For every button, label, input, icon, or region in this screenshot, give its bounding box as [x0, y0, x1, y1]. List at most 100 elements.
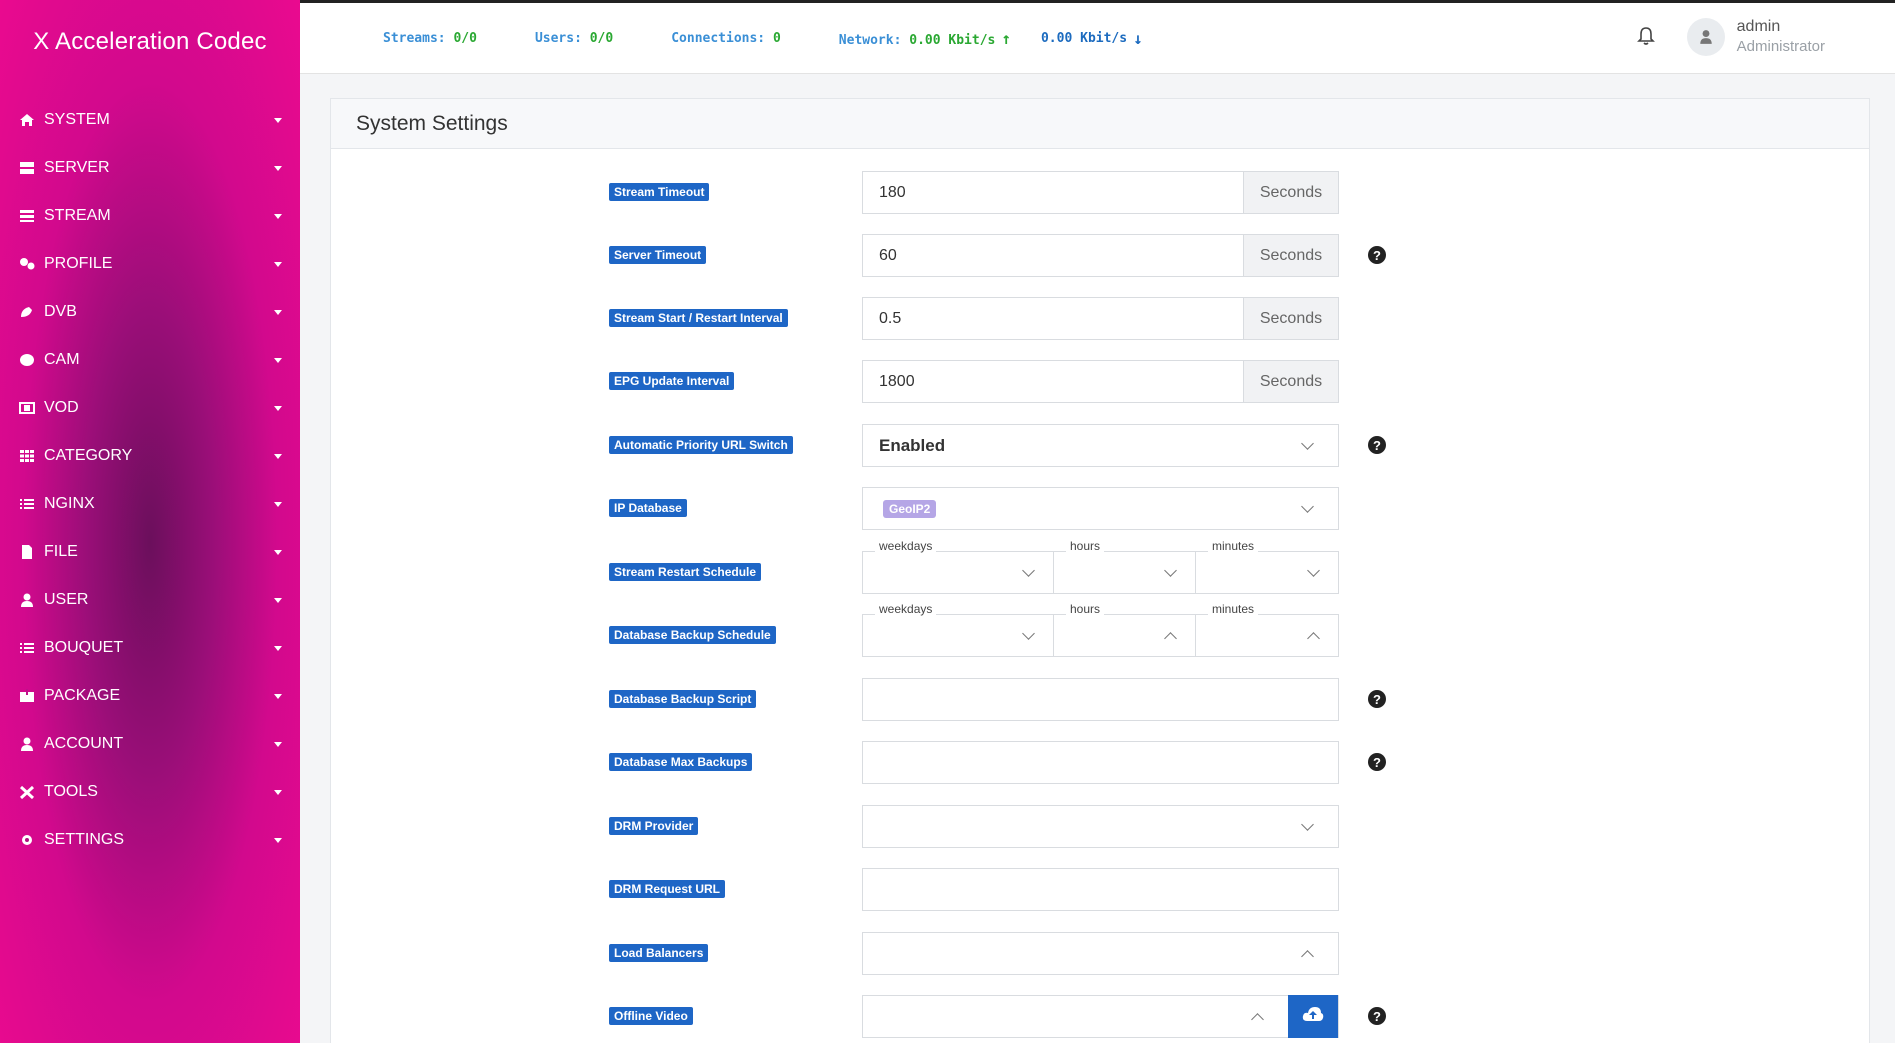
ip-database-select[interactable]: GeoIP2: [862, 487, 1339, 530]
sidebar-item-stream[interactable]: STREAM: [0, 192, 300, 240]
sidebar-item-nginx[interactable]: NGINX: [0, 480, 300, 528]
drm-provider-select[interactable]: [862, 805, 1339, 848]
max-backups-row: Database Max Backups ?: [331, 741, 1869, 785]
restart-minutes-select[interactable]: minutes: [1196, 539, 1339, 594]
backup-script-label: Database Backup Script: [609, 690, 757, 708]
sidebar-item-server[interactable]: SERVER: [0, 144, 300, 192]
satellite-icon: [18, 304, 36, 320]
bell-icon[interactable]: [1636, 26, 1659, 48]
sidebar-item-label: TOOLS: [44, 783, 98, 800]
ip-database-tag[interactable]: GeoIP2: [883, 499, 937, 518]
network-down-value: 0.00 Kbit/s: [1040, 30, 1128, 46]
weekdays-caption: weekdays: [875, 602, 937, 616]
sidebar-item-user[interactable]: USER: [0, 576, 300, 624]
list-icon: [18, 496, 36, 512]
backup-hours-select[interactable]: hours: [1054, 602, 1196, 657]
sidebar-item-file[interactable]: FILE: [0, 528, 300, 576]
server-timeout-unit: Seconds: [1243, 235, 1338, 276]
user-info[interactable]: admin Administrator: [1737, 17, 1825, 57]
sidebar-item-vod[interactable]: VOD: [0, 384, 300, 432]
sidebar-item-label: STREAM: [44, 207, 111, 224]
chevron-down-icon: [1301, 499, 1314, 513]
restart-interval-input[interactable]: 0.5 Seconds: [862, 297, 1339, 340]
sidebar-item-system[interactable]: SYSTEM: [0, 96, 300, 144]
sidebar-item-account[interactable]: ACCOUNT: [0, 720, 300, 768]
sidebar-item-label: ACCOUNT: [44, 735, 124, 752]
backup-weekdays-select[interactable]: weekdays: [862, 602, 1054, 657]
help-icon[interactable]: ?: [1368, 753, 1386, 771]
backup-schedule-row: Database Backup Schedule weekdays hours …: [331, 602, 1869, 658]
upload-button[interactable]: [1288, 995, 1338, 1038]
user-role: Administrator: [1736, 38, 1825, 55]
restart-hours-select[interactable]: hours: [1054, 539, 1196, 594]
help-icon[interactable]: ?: [1368, 690, 1386, 708]
sidebar-item-label: SYSTEM: [44, 111, 110, 128]
chevron-down-icon: [274, 453, 282, 459]
priority-switch-select[interactable]: Enabled: [862, 424, 1339, 467]
offline-video-select[interactable]: [862, 995, 1339, 1038]
chevron-down-icon: [274, 597, 282, 603]
sidebar-item-profile[interactable]: PROFILE: [0, 240, 300, 288]
sidebar-item-label: BOUQUET: [44, 639, 124, 656]
restart-weekdays-select[interactable]: weekdays: [862, 539, 1054, 594]
avatar[interactable]: [1686, 18, 1725, 56]
epg-interval-label: EPG Update Interval: [609, 372, 735, 390]
page-title: System Settings: [356, 111, 508, 135]
load-balancers-row: Load Balancers: [331, 932, 1869, 976]
users-stat: Users: 0/0: [535, 31, 613, 46]
backup-minutes-select[interactable]: minutes: [1196, 602, 1339, 657]
user-name: admin: [1736, 18, 1781, 35]
card-header: System Settings: [331, 99, 1869, 149]
server-timeout-input[interactable]: 60 Seconds: [862, 234, 1339, 277]
cloud-upload-icon: [1302, 1006, 1324, 1027]
connections-label: Connections:: [671, 30, 766, 46]
streams-label: Streams:: [383, 30, 446, 46]
hours-caption: hours: [1066, 602, 1105, 616]
stream-timeout-label: Stream Timeout: [609, 183, 710, 201]
sidebar-item-label: CAM: [44, 351, 80, 368]
max-backups-input[interactable]: [862, 741, 1339, 784]
arrow-up-icon: ↑: [1001, 28, 1011, 48]
sidebar-item-cam[interactable]: CAM: [0, 336, 300, 384]
backup-script-row: Database Backup Script ?: [331, 678, 1869, 722]
sidebar-item-category[interactable]: CATEGORY: [0, 432, 300, 480]
backup-script-input[interactable]: [862, 678, 1339, 721]
ip-database-selection: GeoIP2: [863, 499, 1303, 518]
restart-schedule-label: Stream Restart Schedule: [609, 563, 762, 581]
sidebar-item-tools[interactable]: TOOLS: [0, 768, 300, 816]
chevron-down-icon: [1301, 817, 1314, 831]
sidebar-item-label: DVB: [44, 303, 77, 320]
help-icon[interactable]: ?: [1368, 436, 1386, 454]
sidebar-item-dvb[interactable]: DVB: [0, 288, 300, 336]
chevron-down-icon: [274, 165, 282, 171]
sidebar-item-settings[interactable]: SETTINGS: [0, 816, 300, 864]
load-balancers-select[interactable]: [862, 932, 1339, 975]
sidebar-item-label: VOD: [44, 399, 79, 416]
profile-icon: [18, 256, 36, 272]
restart-interval-unit: Seconds: [1243, 298, 1338, 339]
chevron-down-icon: [274, 357, 282, 363]
grid-icon: [18, 448, 36, 464]
help-icon[interactable]: ?: [1368, 1007, 1386, 1025]
offline-video-label: Offline Video: [609, 1007, 693, 1025]
chevron-down-icon: [274, 261, 282, 267]
ip-database-row: IP Database GeoIP2: [331, 487, 1869, 531]
sidebar-item-bouquet[interactable]: BOUQUET: [0, 624, 300, 672]
backup-schedule-group: weekdays hours minutes: [862, 602, 1339, 657]
drm-url-input[interactable]: [862, 868, 1339, 911]
sidebar-item-label: USER: [44, 591, 89, 608]
sidebar: X Acceleration Codec SYSTEM SERVER STREA…: [0, 0, 300, 1043]
offline-video-row: Offline Video ?: [331, 995, 1869, 1039]
brain-icon: [18, 352, 36, 368]
epg-interval-input[interactable]: 1800 Seconds: [862, 360, 1339, 403]
server-icon: [18, 160, 36, 176]
sidebar-item-package[interactable]: PACKAGE: [0, 672, 300, 720]
chevron-down-icon: [274, 741, 282, 747]
chevron-down-icon: [274, 789, 282, 795]
help-icon[interactable]: ?: [1368, 246, 1386, 264]
chevron-down-icon: [274, 405, 282, 411]
stream-timeout-input[interactable]: 180 Seconds: [862, 171, 1339, 214]
file-icon: [18, 544, 36, 560]
minutes-caption: minutes: [1208, 539, 1259, 553]
priority-switch-row: Automatic Priority URL Switch Enabled ?: [331, 424, 1869, 468]
